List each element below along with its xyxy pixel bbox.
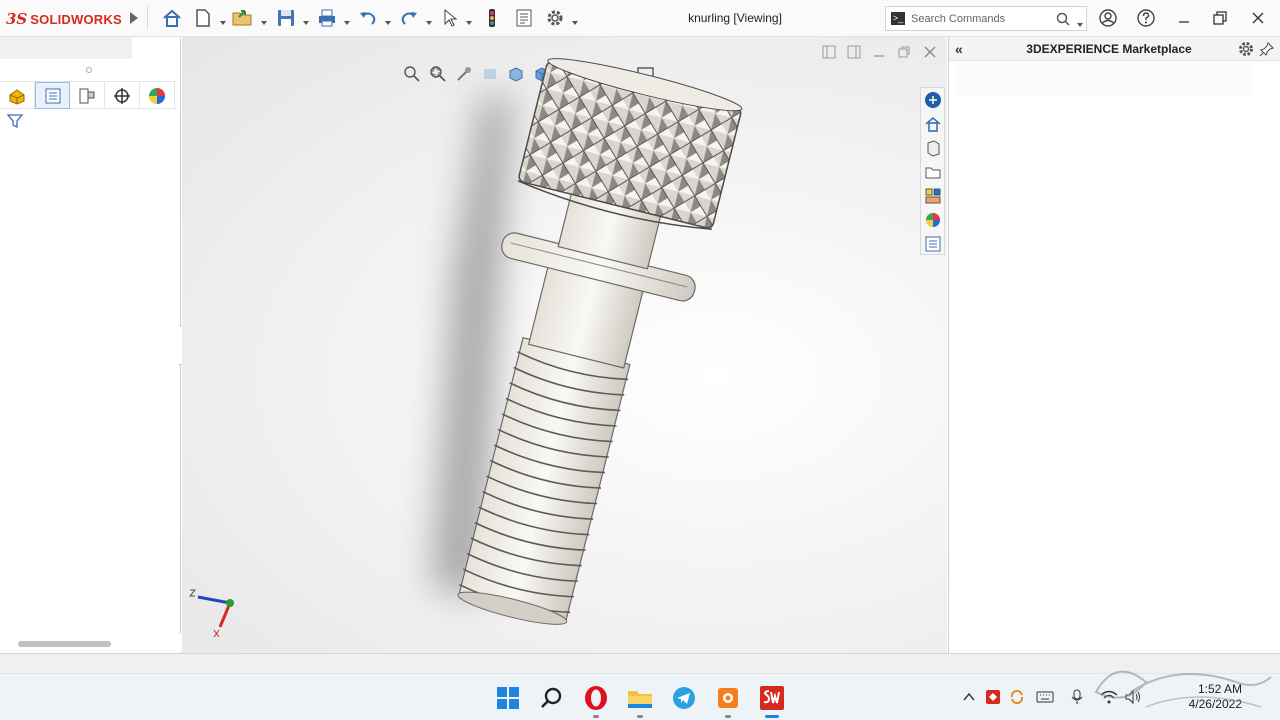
rebuild-icon[interactable]	[480, 6, 504, 30]
toolbar-divider	[147, 6, 148, 30]
save-icon[interactable]	[274, 6, 298, 30]
opera-icon[interactable]	[580, 682, 612, 718]
propertymanager-icon[interactable]	[35, 82, 70, 109]
configurationmanager-icon[interactable]	[70, 82, 105, 109]
filter-icon[interactable]	[5, 111, 25, 131]
design-library-icon[interactable]	[923, 138, 943, 158]
select-cursor-icon[interactable]	[438, 6, 462, 30]
account-icon[interactable]	[1096, 6, 1120, 30]
task-pane-header: « 3DEXPERIENCE Marketplace	[949, 37, 1280, 61]
undo-icon[interactable]	[356, 6, 380, 30]
command-prompt-icon: >_	[891, 12, 905, 25]
feature-manager-header	[0, 37, 132, 59]
running-indicator	[725, 715, 731, 718]
gear-icon[interactable]	[1237, 40, 1255, 58]
redo-icon[interactable]	[397, 6, 421, 30]
chevron-down-icon[interactable]	[302, 14, 310, 25]
open-folder-icon[interactable]	[231, 6, 255, 30]
task-pane: « 3DEXPERIENCE Marketplace	[948, 37, 1280, 653]
chevron-down-icon[interactable]	[1076, 16, 1084, 27]
reference-triad-icon	[188, 589, 234, 638]
search-input[interactable]	[911, 10, 1051, 28]
microphone-icon[interactable]	[1068, 688, 1086, 706]
feature-manager-tabs	[0, 81, 177, 109]
graphics-area[interactable]	[182, 37, 947, 653]
view-palette-icon[interactable]	[923, 186, 943, 206]
scrollbar-thumb[interactable]	[18, 641, 111, 647]
show-hidden-icons-icon[interactable]	[960, 688, 978, 706]
windows-start-icon[interactable]	[492, 682, 524, 714]
task-pane-title: 3DEXPERIENCE Marketplace	[1026, 42, 1192, 56]
file-explorer-icon[interactable]	[624, 682, 656, 718]
help-icon[interactable]	[1134, 6, 1158, 30]
featuremanager-tree-icon[interactable]	[0, 82, 35, 109]
file-explorer-icon[interactable]	[923, 162, 943, 182]
sync-icon[interactable]	[1008, 688, 1026, 706]
running-indicator	[637, 715, 643, 718]
custom-properties-icon[interactable]	[923, 234, 943, 254]
title-bar: 3S SOLIDWORKS knurling [Viewing] >_ Sear…	[0, 0, 1280, 37]
close-icon[interactable]	[1246, 6, 1270, 30]
running-indicator	[593, 715, 599, 718]
search-icon[interactable]	[536, 682, 568, 714]
task-pane-tabs	[920, 87, 945, 255]
app-orange-icon[interactable]	[712, 682, 744, 718]
active-indicator	[765, 715, 779, 718]
restore-icon[interactable]	[1208, 6, 1232, 30]
chevron-down-icon[interactable]	[343, 14, 351, 25]
telegram-icon[interactable]	[668, 682, 700, 714]
chevron-down-icon[interactable]	[260, 14, 268, 25]
ds-brand-mark: 3S	[6, 10, 28, 28]
feature-manager-pane	[0, 37, 181, 653]
keyboard-icon[interactable]	[1036, 688, 1054, 706]
displaymanager-icon[interactable]	[140, 82, 175, 109]
3dexperience-icon[interactable]	[923, 90, 943, 110]
chevron-down-icon[interactable]	[465, 14, 473, 25]
chevron-down-icon[interactable]	[384, 14, 392, 25]
dimxpert-icon[interactable]	[105, 82, 140, 109]
pin-icon[interactable]	[1259, 41, 1275, 57]
search-icon[interactable]	[1056, 12, 1070, 26]
solidworks-logo[interactable]: 3S SOLIDWORKS	[6, 9, 122, 29]
home-icon[interactable]	[160, 6, 184, 30]
screencast-watermark-logo	[1094, 670, 1272, 708]
solidworks-resources-icon[interactable]	[923, 114, 943, 134]
file-properties-icon[interactable]	[512, 6, 536, 30]
chevron-down-icon[interactable]	[571, 14, 579, 25]
chevron-down-icon[interactable]	[219, 14, 227, 25]
appearances-icon[interactable]	[923, 210, 943, 230]
print-icon[interactable]	[315, 6, 339, 30]
brand-name: SOLIDWORKS	[30, 11, 122, 27]
search-commands-box[interactable]: >_	[885, 6, 1087, 31]
menu-expand-arrow-icon[interactable]	[128, 10, 140, 26]
solidworks-icon[interactable]	[756, 682, 788, 718]
document-title: knurling [Viewing]	[688, 11, 782, 25]
chevron-down-icon[interactable]	[425, 14, 433, 25]
pane-splitter-grip[interactable]	[86, 67, 92, 73]
new-document-icon[interactable]	[191, 6, 215, 30]
options-gear-icon[interactable]	[543, 6, 567, 30]
task-pane-content	[957, 65, 1253, 97]
solidworks-tray-icon[interactable]	[984, 688, 1002, 706]
minimize-icon[interactable]	[1172, 6, 1196, 30]
knurled-screw-model[interactable]	[182, 37, 947, 653]
